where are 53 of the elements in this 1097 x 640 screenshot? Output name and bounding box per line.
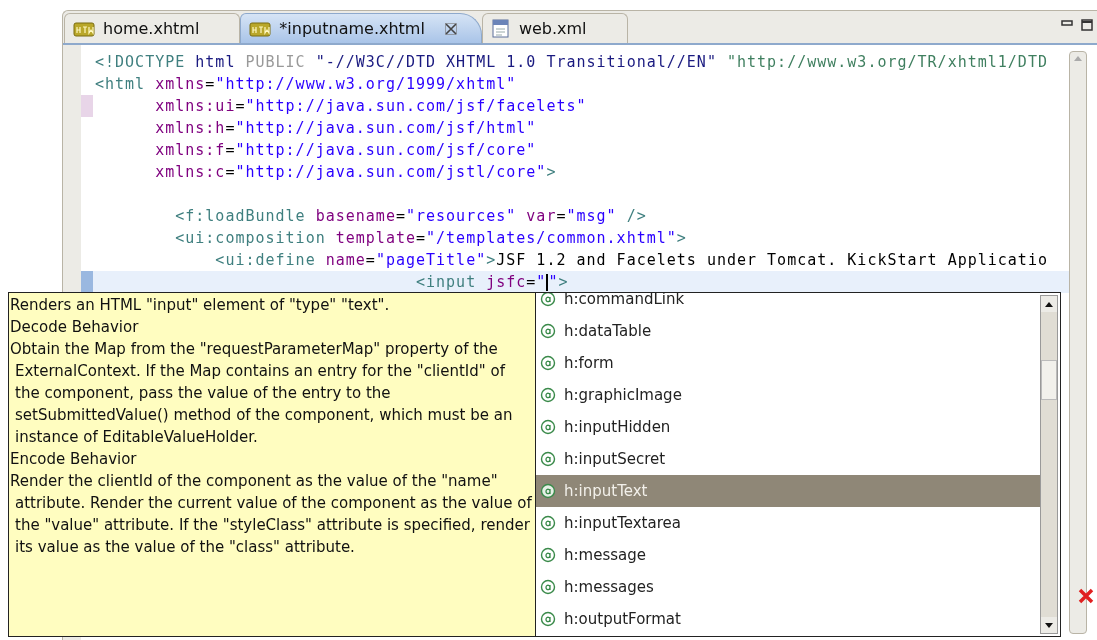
tab-label: *inputname.xhtml: [279, 17, 425, 40]
code-line: <!DOCTYPE html PUBLIC "-//W3C//DTD XHTML 1.0 Transitional//EN" "http://www.w3.org/TR/xhtml1/DTD: [94, 52, 1049, 73]
attribute-icon: [540, 547, 556, 563]
doc-heading: Encode Behavior: [10, 449, 138, 470]
maximize-icon[interactable]: [1081, 19, 1093, 31]
editor-tab[interactable]: web.xml: [481, 13, 628, 43]
proposal-item[interactable]: h:outputFormat: [536, 603, 1040, 635]
up-arrow-icon[interactable]: [1045, 301, 1053, 307]
code-line: xmlns:f="http://java.sun.com/jsf/core": [154, 140, 538, 161]
html-file-icon: [249, 20, 272, 37]
attribute-icon: [540, 451, 556, 467]
xml-file-icon: [490, 18, 511, 39]
proposal-item[interactable]: h:graphicImage: [536, 379, 1040, 411]
proposal-item[interactable]: h:inputSecret: [536, 443, 1040, 475]
code-line: xmlns:c="http://java.sun.com/jstl/core">: [154, 162, 558, 183]
tab-label: home.xhtml: [103, 17, 200, 40]
proposal-item[interactable]: h:commandLink: [536, 293, 1040, 315]
html-file-icon: [73, 20, 95, 37]
scrollbar-thumb[interactable]: [1041, 359, 1057, 400]
tab-label: web.xml: [518, 17, 587, 40]
attribute-icon: [540, 611, 556, 627]
code-line: xmlns:h="http://java.sun.com/jsf/html": [154, 118, 538, 139]
doc-paragraph: Render the clientId of the component as the value of the "name" attribute. Render the current value of the component as the value of the "value" attribute. If the "styleClass" attribute is specified, render its value as the value of the "class" attribute.: [10, 471, 533, 558]
code-line: xmlns:ui="http://java.sun.com/jsf/facelets": [154, 96, 588, 117]
attribute-icon: [540, 515, 556, 531]
editor-tab[interactable]: home.xhtml: [64, 13, 241, 43]
attribute-icon: [540, 579, 556, 595]
proposal-item[interactable]: h:inputTextarea: [536, 507, 1040, 539]
proposal-item[interactable]: h:messages: [536, 571, 1040, 603]
code-line: <ui:composition template="/templates/common.xhtml">: [174, 228, 688, 249]
error-icon: [1078, 588, 1094, 604]
code-line: <html xmlns="http://www.w3.org/1999/xhtml": [94, 74, 518, 95]
code-line: <f:loadBundle basename="resources" var="msg" />: [174, 206, 648, 227]
doc-paragraph: Obtain the Map from the "requestParameterMap" property of the ExternalContext. If the Map contains an entry for the "clientId" of the component, pass the value of the entry to the setSubmittedValue() method of the component, which must be an instance of EditableValueHolder.: [10, 339, 514, 448]
attribute-icon: [540, 483, 556, 499]
attribute-icon: [540, 387, 556, 403]
down-arrow-icon[interactable]: [1045, 622, 1053, 628]
proposal-item[interactable]: h:form: [536, 347, 1040, 379]
doc-heading: Decode Behavior: [10, 317, 140, 338]
editor-tab[interactable]: *inputname.xhtml: [240, 13, 482, 43]
scrollbar[interactable]: [1069, 51, 1087, 634]
scrollbar[interactable]: [1040, 295, 1058, 634]
proposal-item[interactable]: h:dataTable: [536, 315, 1040, 347]
minimize-icon[interactable]: [1061, 19, 1073, 27]
attribute-icon: [540, 355, 556, 371]
doc-paragraph: Renders an HTML "input" element of "type" "text".: [10, 295, 391, 316]
code-line: <ui:define name="pageTitle">JSF 1.2 and Facelets under Tomcat. KickStart Applicatio: [214, 250, 1049, 271]
text-cursor: [546, 274, 549, 291]
attribute-icon: [540, 323, 556, 339]
attribute-icon: [540, 419, 556, 435]
proposal-item[interactable]: h:message: [536, 539, 1040, 571]
proposal-item[interactable]: h:inputHidden: [536, 411, 1040, 443]
close-icon[interactable]: [444, 22, 457, 35]
